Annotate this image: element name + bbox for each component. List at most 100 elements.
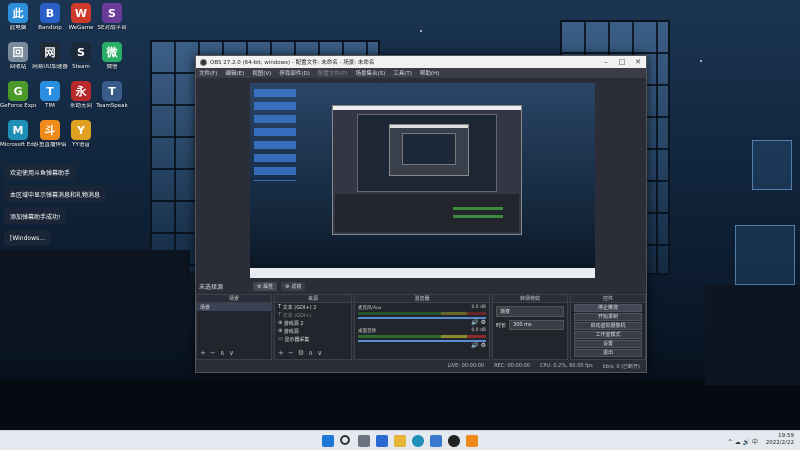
volume-meter xyxy=(358,312,486,315)
source-item[interactable]: ▭ 显示器采集 xyxy=(275,335,351,343)
start-icon[interactable] xyxy=(322,435,334,447)
source-item[interactable]: T 文本 (GDI+) xyxy=(275,311,351,319)
dock-area: 场景 场景 +−∧∨ 来源 T 文本 (GDI+) 2 T 文本 (GDI+) … xyxy=(196,294,646,360)
live-status: LIVE: 00:00:00 xyxy=(447,363,485,369)
properties-button[interactable]: ⚙ 属性 xyxy=(253,281,278,291)
scenes-header: 场景 xyxy=(197,295,271,303)
clock-time: 19:59 xyxy=(778,433,794,439)
exit-button[interactable]: 退出 xyxy=(574,349,642,357)
desktop-icon[interactable]: 微微信 xyxy=(94,42,130,71)
speaker-icon[interactable]: 🔊 ⚙ xyxy=(358,342,486,349)
menu-docks[interactable]: 停靠部件(D) xyxy=(279,69,310,77)
mixer-track-desktop: 桌面音频 0.0 dB 🔊 ⚙ xyxy=(358,328,486,349)
bandizip-icon: B xyxy=(40,3,60,23)
wallpaper-shelf xyxy=(705,285,800,385)
duration-input[interactable]: 300 ms xyxy=(509,320,564,330)
edge-icon: M xyxy=(8,120,28,140)
sources-toolbar[interactable]: +−⚙∧∨ xyxy=(278,349,326,357)
preview-taskbar xyxy=(250,268,595,278)
studio-mode-button[interactable]: 工作室模式 xyxy=(574,331,642,339)
computer-icon: 此 xyxy=(8,3,28,23)
desktop-icon[interactable]: T TeamSpeak xyxy=(94,81,130,110)
virtual-camera-button[interactable]: 启动虚拟摄像机 xyxy=(574,322,642,330)
obs-titlebar[interactable]: OBS 27.2.0 (64-bit, windows) - 配置文件: 未命名… xyxy=(196,56,646,68)
menu-help[interactable]: 帮助(H) xyxy=(420,69,439,77)
source-item[interactable]: T 文本 (GDI+) 2 xyxy=(275,303,351,311)
wallpaper-tank xyxy=(752,140,792,190)
menu-edit[interactable]: 编辑(E) xyxy=(225,69,244,77)
filters-button[interactable]: ⚙ 滤镜 xyxy=(281,281,306,291)
douyu-icon: 斗 xyxy=(40,120,60,140)
sources-dock: 来源 T 文本 (GDI+) 2 T 文本 (GDI+) ⊕ 游戏源 2 ⊕ 游… xyxy=(274,294,352,360)
desktop-icon-label: SE对战平台 xyxy=(97,25,127,31)
source-item[interactable]: ⊕ 游戏源 xyxy=(275,327,351,335)
obs-taskbar-icon[interactable] xyxy=(448,435,460,447)
no-source-label: 未选择源 xyxy=(199,283,224,291)
desktop-icon[interactable]: 此此电脑 xyxy=(0,3,36,32)
volume-slider[interactable] xyxy=(358,340,486,342)
transition-select[interactable]: 渐变 xyxy=(496,306,564,317)
controls-dock: 控件 停止推流 开始录制 启动虚拟摄像机 工作室模式 设置 退出 xyxy=(570,294,646,360)
wechat-icon: 微 xyxy=(102,42,122,62)
speaker-icon[interactable]: 🔊 ⚙ xyxy=(358,319,486,326)
minimize-icon[interactable]: – xyxy=(598,58,614,66)
menu-file[interactable]: 文件(F) xyxy=(199,69,217,77)
obs-window[interactable]: OBS 27.2.0 (64-bit, windows) - 配置文件: 未命名… xyxy=(195,55,647,373)
desktop-icon[interactable]: Y YY语音 xyxy=(63,120,99,149)
duration-label: 时长 xyxy=(496,322,507,329)
stop-streaming-button[interactable]: 停止推流 xyxy=(574,304,642,312)
volume-meter xyxy=(358,335,486,338)
scenes-toolbar[interactable]: +−∧∨ xyxy=(200,349,238,357)
menu-profile[interactable]: 配置文件(P) xyxy=(318,69,348,77)
se-icon: S xyxy=(102,3,122,23)
desktop-icon[interactable]: M Microsoft Edge xyxy=(0,120,36,149)
file-explorer-icon[interactable] xyxy=(394,435,406,447)
desktop-icon-label: TeamSpeak xyxy=(96,103,128,109)
desktop-icon[interactable]: 回回收站 xyxy=(0,42,36,71)
desktop-icon-label: 微信 xyxy=(106,64,118,70)
transitions-dock: 转场特效 渐变 时长 300 ms xyxy=(492,294,568,360)
search-icon[interactable] xyxy=(340,435,350,445)
start-recording-button[interactable]: 开始录制 xyxy=(574,313,642,321)
store-icon[interactable] xyxy=(430,435,442,447)
window-title: OBS 27.2.0 (64-bit, windows) - 配置文件: 未命名… xyxy=(210,60,375,66)
menu-scene-collection[interactable]: 场景集合(S) xyxy=(355,69,385,77)
source-item[interactable]: ⊕ 游戏源 2 xyxy=(275,319,351,327)
widgets-icon[interactable] xyxy=(376,435,388,447)
volume-slider[interactable] xyxy=(358,317,486,319)
properties-label: 属性 xyxy=(263,283,274,290)
source-toolbar: 未选择源 ⚙ 属性 ⚙ 滤镜 xyxy=(196,280,646,292)
maximize-icon[interactable]: □ xyxy=(614,58,630,66)
track-name: 桌面音频 xyxy=(358,329,376,334)
source-label: 游戏源 2 xyxy=(283,320,304,327)
clock[interactable]: 19:59 2022/2/22 xyxy=(766,433,794,447)
source-label: 显示器采集 xyxy=(284,336,310,343)
uu-icon: 网 xyxy=(40,42,60,62)
wegame-icon: W xyxy=(71,3,91,23)
scene-item[interactable]: 场景 xyxy=(197,303,271,311)
desktop-icon[interactable]: S SE对战平台 xyxy=(94,3,130,32)
close-icon[interactable]: ✕ xyxy=(630,58,646,66)
track-name: 麦克风/Aux xyxy=(358,306,382,311)
menu-bar: 文件(F) 编辑(E) 视图(V) 停靠部件(D) 配置文件(P) 场景集合(S… xyxy=(196,68,646,78)
edge-icon[interactable] xyxy=(412,435,424,447)
desktop-icon-label: YY语音 xyxy=(72,142,90,148)
settings-button[interactable]: 设置 xyxy=(574,340,642,348)
task-view-icon[interactable] xyxy=(358,435,370,447)
preview-canvas[interactable] xyxy=(250,83,595,278)
source-label: 游戏源 xyxy=(283,328,299,335)
mixer-track-mic: 麦克风/Aux 0.0 dB 🔊 ⚙ xyxy=(358,305,486,326)
danmaku-notice: 欢迎使用斗鱼弹幕助手 xyxy=(4,164,77,180)
desktop-icon-label: GeForce Experience xyxy=(0,103,36,109)
scenes-dock: 场景 场景 +−∧∨ xyxy=(196,294,272,360)
danmaku-notice: [Windows... xyxy=(4,230,51,246)
obs-logo-icon xyxy=(200,58,207,66)
menu-tools[interactable]: 工具(T) xyxy=(393,69,412,77)
desktop-icon-label: Microsoft Edge xyxy=(0,142,36,148)
desktop-icon[interactable]: G GeForce Experience xyxy=(0,81,36,110)
douyu-taskbar-icon[interactable] xyxy=(466,435,478,447)
steam-icon: S xyxy=(71,42,91,62)
clock-date: 2022/2/22 xyxy=(765,440,794,446)
system-tray[interactable]: ^ ☁ 🔊 中 xyxy=(728,437,758,446)
menu-view[interactable]: 视图(V) xyxy=(252,69,271,77)
